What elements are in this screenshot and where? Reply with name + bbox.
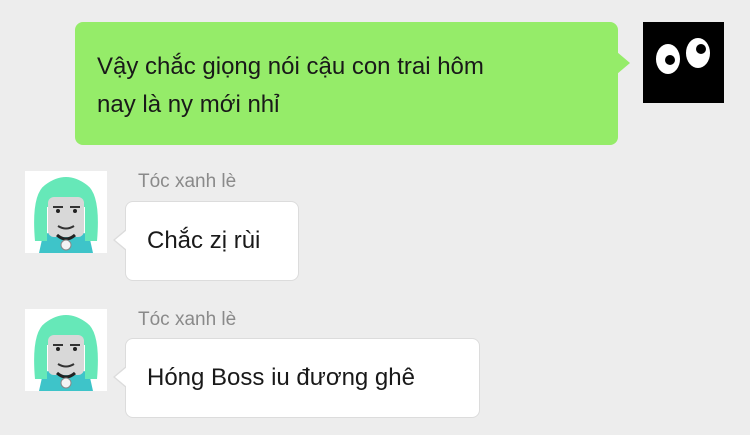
sender-name: Tóc xanh lè <box>138 171 237 192</box>
bubble-tail <box>617 52 630 74</box>
incoming-message-bubble[interactable]: Hóng Boss iu đương ghê <box>113 338 480 418</box>
chat-window: { "messages": [ { "direction": "outgoing… <box>0 0 750 435</box>
friend-avatar[interactable] <box>25 309 107 391</box>
meme-face-avatar-icon <box>25 309 107 391</box>
message-text: Hóng Boss iu đương ghê <box>147 364 415 391</box>
friend-avatar[interactable] <box>25 171 107 253</box>
meme-face-avatar-icon <box>25 171 107 253</box>
sender-name: Tóc xanh lè <box>138 309 237 330</box>
outgoing-message-bubble[interactable]: Vậy chắc giọng nói cậu con trai hôm nay … <box>75 22 630 145</box>
message-text: Chắc zị rùi <box>147 227 261 254</box>
cartoon-eyes-icon <box>656 38 710 74</box>
message-line-1: Vậy chắc giọng nói cậu con trai hôm <box>97 53 484 80</box>
self-avatar[interactable] <box>643 22 724 103</box>
message-line-2: nay là ny mới nhỉ <box>97 91 280 118</box>
bubble-tail <box>115 230 127 250</box>
incoming-message-bubble[interactable]: Chắc zị rùi <box>113 201 299 281</box>
bubble-tail <box>115 367 127 387</box>
